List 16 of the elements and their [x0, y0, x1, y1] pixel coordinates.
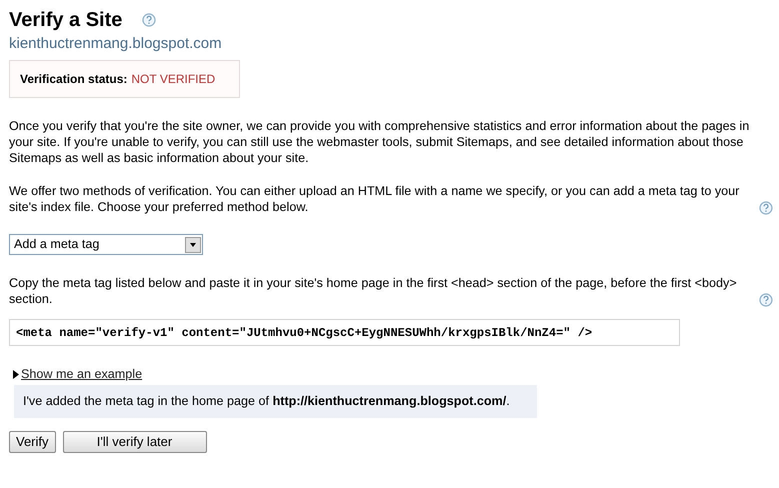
methods-paragraph: We offer two methods of verification. You can either upload an HTML file with a name we specify, or you can add a meta tag to your site's index file. Choose your preferred method below.	[9, 183, 740, 215]
help-icon[interactable]	[759, 201, 773, 215]
copy-instructions: Copy the meta tag listed below and paste it in your site's home page in the first <head> section of the page, before the first <body> section.	[9, 275, 738, 307]
method-select[interactable]: Add a meta tag	[9, 234, 203, 255]
confirmation-text: I've added the meta tag in the home page of http://kienthuctrenmang.blogspot.com/.	[23, 393, 510, 410]
meta-tag-field[interactable]: <meta name="verify-v1" content="JUtmhvu0+NCgscC+EygNNESUWhh/krxgpsIBlk/NnZ4=" />	[9, 319, 680, 346]
verify-later-button[interactable]: I'll verify later	[62, 431, 207, 453]
show-example-link[interactable]: Show me an example	[21, 367, 142, 381]
status-value: NOT VERIFIED	[131, 71, 216, 88]
page-title: Verify a Site	[9, 8, 122, 32]
intro-paragraph: Once you verify that you're the site owner, we can provide you with comprehensive statistics and error information about the pages in your site. If you're unable to verify, you can still use the webmaster tools, submit Sitemaps, and see detailed information about those Sitemaps as well as basic information about your site.	[9, 118, 750, 166]
help-icon[interactable]	[759, 293, 773, 307]
help-icon[interactable]	[142, 13, 156, 28]
status-label: Verification status:	[20, 71, 128, 88]
verify-button[interactable]: Verify	[9, 431, 56, 453]
site-url: kienthuctrenmang.blogspot.com	[9, 35, 222, 53]
